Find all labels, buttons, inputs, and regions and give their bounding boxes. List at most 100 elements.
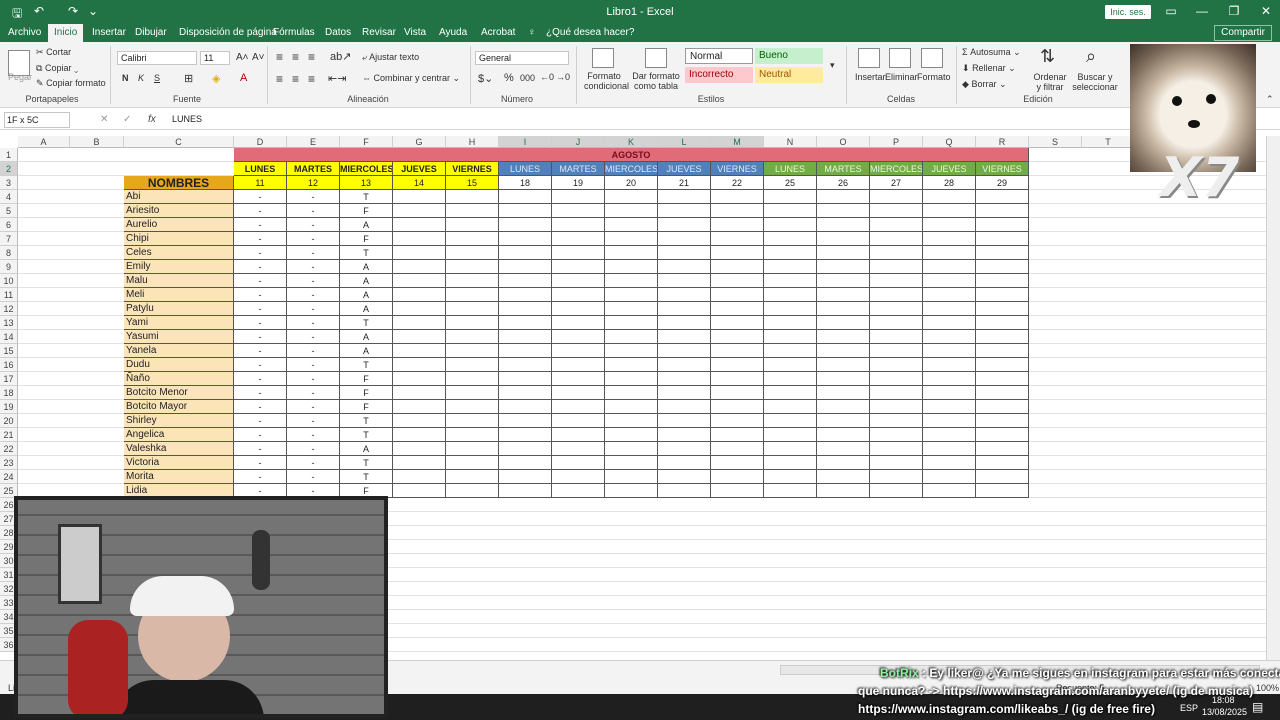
name-cell[interactable]: Botcito Menor — [124, 386, 234, 400]
attendance-cell[interactable] — [446, 470, 499, 484]
attendance-cell[interactable] — [923, 358, 976, 372]
increase-decimal-icon[interactable]: ←0 — [540, 72, 554, 82]
attendance-cell[interactable] — [764, 218, 817, 232]
attendance-cell[interactable] — [446, 372, 499, 386]
attendance-cell[interactable] — [817, 232, 870, 246]
attendance-cell[interactable]: - — [234, 232, 287, 246]
style-good[interactable]: Bueno — [755, 48, 823, 64]
styles-more-icon[interactable]: ▾ — [830, 60, 835, 71]
name-cell[interactable]: Aurelio — [124, 218, 234, 232]
attendance-cell[interactable] — [711, 428, 764, 442]
attendance-cell[interactable] — [552, 190, 605, 204]
attendance-cell[interactable] — [393, 470, 446, 484]
attendance-cell[interactable] — [499, 288, 552, 302]
attendance-cell[interactable] — [976, 330, 1029, 344]
attendance-cell[interactable] — [870, 316, 923, 330]
name-cell[interactable]: Morita — [124, 470, 234, 484]
attendance-cell[interactable] — [764, 484, 817, 498]
attendance-cell[interactable] — [446, 246, 499, 260]
delete-cells-button[interactable]: Eliminar — [885, 72, 918, 82]
merge-center-button[interactable]: ⇔ Combinar y centrar ⌄ — [362, 73, 460, 84]
attendance-cell[interactable]: T — [340, 190, 393, 204]
attendance-cell[interactable] — [923, 288, 976, 302]
attendance-cell[interactable] — [446, 218, 499, 232]
attendance-cell[interactable] — [552, 260, 605, 274]
attendance-cell[interactable] — [393, 260, 446, 274]
attendance-cell[interactable] — [658, 302, 711, 316]
attendance-cell[interactable] — [711, 330, 764, 344]
row-header-14[interactable]: 14 — [0, 330, 18, 344]
attendance-cell[interactable] — [658, 218, 711, 232]
attendance-cell[interactable] — [552, 456, 605, 470]
attendance-cell[interactable] — [870, 274, 923, 288]
attendance-cell[interactable] — [658, 190, 711, 204]
attendance-cell[interactable] — [817, 190, 870, 204]
attendance-cell[interactable] — [446, 232, 499, 246]
attendance-cell[interactable] — [605, 302, 658, 316]
attendance-cell[interactable] — [605, 470, 658, 484]
wrap-text-button[interactable]: ⤶ Ajustar texto — [362, 52, 419, 63]
tab-inicio[interactable]: Inicio — [48, 24, 84, 42]
enter-icon[interactable]: ✓ — [123, 114, 131, 125]
collapse-ribbon-icon[interactable]: ⌃ — [1266, 94, 1274, 105]
attendance-cell[interactable]: A — [340, 344, 393, 358]
tab-ayuda[interactable]: Ayuda — [439, 27, 467, 38]
name-cell[interactable]: Yami — [124, 316, 234, 330]
attendance-cell[interactable] — [446, 260, 499, 274]
attendance-cell[interactable] — [393, 246, 446, 260]
row-header-1[interactable]: 1 — [0, 148, 18, 162]
attendance-cell[interactable] — [446, 330, 499, 344]
attendance-cell[interactable] — [764, 316, 817, 330]
format-cells-button[interactable]: Formato — [917, 72, 951, 82]
attendance-cell[interactable] — [764, 288, 817, 302]
tell-me-search[interactable]: ¿Qué desea hacer? — [546, 27, 634, 38]
format-painter-button[interactable]: ✎ Copiar formato — [36, 78, 106, 89]
attendance-cell[interactable]: F — [340, 232, 393, 246]
names-header[interactable]: NOMBRES — [124, 176, 234, 190]
attendance-cell[interactable]: - — [287, 232, 340, 246]
attendance-cell[interactable] — [393, 344, 446, 358]
column-header-B[interactable]: B — [70, 136, 124, 148]
name-cell[interactable]: Botcito Mayor — [124, 400, 234, 414]
vertical-scrollbar[interactable] — [1266, 136, 1280, 660]
attendance-cell[interactable] — [976, 246, 1029, 260]
attendance-cell[interactable] — [499, 344, 552, 358]
attendance-cell[interactable]: - — [287, 358, 340, 372]
attendance-cell[interactable]: - — [287, 316, 340, 330]
attendance-cell[interactable] — [711, 470, 764, 484]
attendance-cell[interactable] — [446, 316, 499, 330]
attendance-cell[interactable] — [658, 400, 711, 414]
name-cell[interactable]: Celes — [124, 246, 234, 260]
attendance-cell[interactable] — [976, 372, 1029, 386]
language-indicator[interactable]: ESP — [1180, 703, 1198, 713]
day-header[interactable]: MIERCOLES — [605, 162, 658, 176]
attendance-cell[interactable] — [923, 386, 976, 400]
attendance-cell[interactable] — [976, 288, 1029, 302]
attendance-cell[interactable] — [870, 302, 923, 316]
attendance-cell[interactable] — [605, 190, 658, 204]
indent-icon[interactable]: ⇤⇥ — [328, 72, 346, 85]
grow-font-icon[interactable]: A˄ — [236, 52, 249, 63]
day-header[interactable]: LUNES — [764, 162, 817, 176]
column-header-A[interactable]: A — [18, 136, 70, 148]
attendance-cell[interactable] — [764, 330, 817, 344]
attendance-cell[interactable]: - — [287, 246, 340, 260]
attendance-cell[interactable]: - — [287, 428, 340, 442]
attendance-cell[interactable] — [393, 358, 446, 372]
attendance-cell[interactable] — [499, 204, 552, 218]
attendance-cell[interactable]: T — [340, 316, 393, 330]
row-header-5[interactable]: 5 — [0, 204, 18, 218]
attendance-cell[interactable] — [552, 288, 605, 302]
name-cell[interactable]: Chipi — [124, 232, 234, 246]
style-bad[interactable]: Incorrecto — [685, 67, 753, 83]
attendance-cell[interactable] — [605, 456, 658, 470]
signin-button[interactable]: Inic. ses. — [1105, 5, 1151, 19]
orientation-icon[interactable]: ab↗ — [330, 50, 351, 63]
attendance-cell[interactable] — [499, 414, 552, 428]
number-format-select[interactable]: General — [475, 51, 569, 65]
attendance-cell[interactable] — [923, 414, 976, 428]
attendance-cell[interactable] — [446, 274, 499, 288]
attendance-cell[interactable] — [605, 288, 658, 302]
column-header-K[interactable]: K — [605, 136, 658, 148]
clear-button[interactable]: ◆ Borrar ⌄ — [962, 79, 1007, 90]
